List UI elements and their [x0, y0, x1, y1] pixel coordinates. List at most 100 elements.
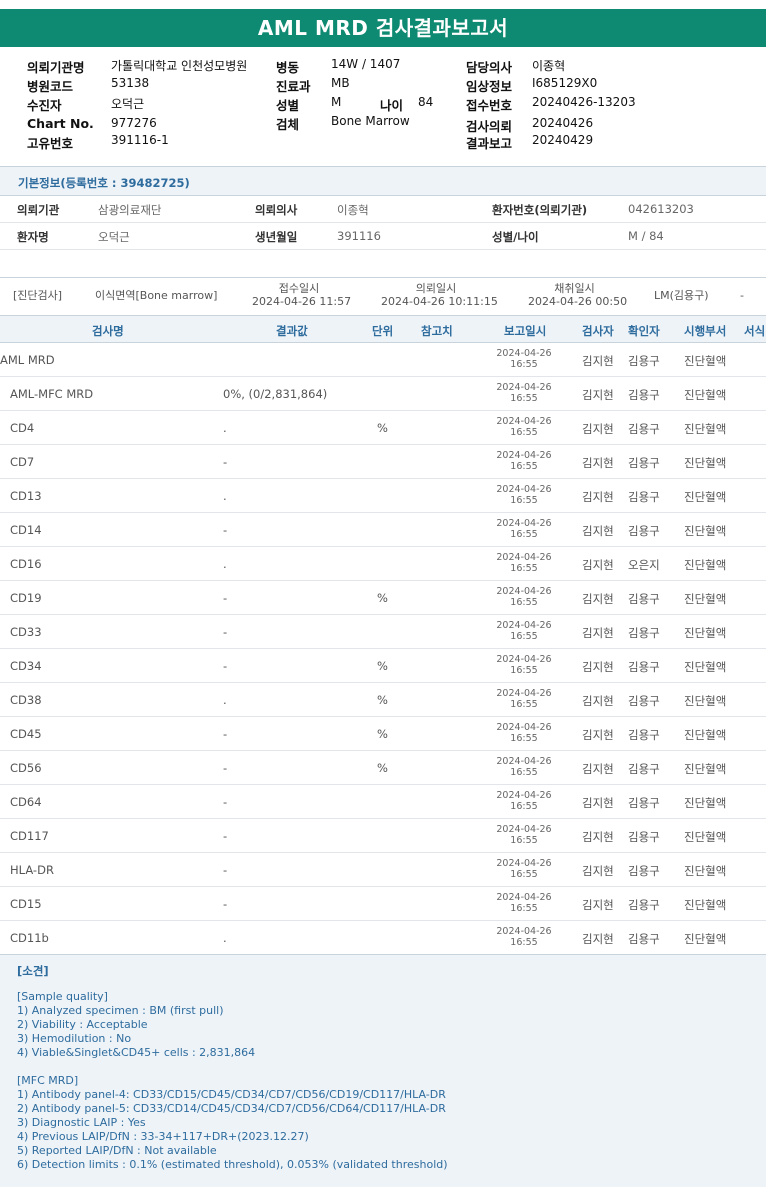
report-time: 16:55 — [510, 427, 538, 438]
result-value: . — [223, 693, 227, 707]
unit-value: % — [377, 421, 388, 435]
report-date: 2024-04-26 — [496, 382, 552, 393]
sex-value: M — [331, 95, 342, 109]
patient-number-value: 042613203 — [628, 202, 694, 216]
requesting-institution-value: 삼광의료재단 — [98, 203, 162, 217]
basic-info-header: 기본정보(등록번호 : 39482725) — [0, 166, 766, 196]
report-date: 2024-04-26 — [496, 484, 552, 495]
tester-name: 김지현 — [582, 490, 614, 504]
report-date: 2024-04-26 — [496, 688, 552, 699]
diagnosis-extra: - — [740, 289, 744, 302]
report-datetime: 2024-04-26 16:55 — [489, 450, 559, 472]
report-time: 16:55 — [510, 903, 538, 914]
tester-name: 김지현 — [582, 422, 614, 436]
age-label: 나이 — [380, 98, 404, 113]
tester-name: 김지현 — [582, 796, 614, 810]
col-format: 서식 — [744, 324, 766, 338]
test-name: CD33 — [10, 625, 42, 639]
report-datetime: 2024-04-26 16:55 — [489, 858, 559, 880]
sex-label: 성별 — [276, 98, 300, 113]
table-row: CD11b. 김지현 김용구 진단혈액 2024-04-26 16:55 — [0, 921, 766, 955]
tester-name: 김지현 — [582, 762, 614, 776]
checker-name: 김용구 — [628, 898, 660, 912]
receipt-datetime-value: 2024-04-26 11:57 — [252, 295, 352, 308]
report-date: 2024-04-26 — [496, 450, 552, 461]
hospital-name-value: 가톨릭대학교 인천성모병원 — [111, 59, 248, 73]
unit-value: % — [377, 693, 388, 707]
report-time: 16:55 — [510, 393, 538, 404]
receipt-datetime-label: 접수일시 — [278, 282, 320, 295]
report-date: 2024-04-26 — [496, 892, 552, 903]
finding-line: 3) Diagnostic LAIP : Yes — [17, 1116, 146, 1129]
report-datetime: 2024-04-26 16:55 — [489, 586, 559, 608]
report-datetime: 2024-04-26 16:55 — [489, 756, 559, 778]
report-datetime: 2024-04-26 16:55 — [489, 552, 559, 574]
table-row: CD64 - 김지현 김용구 진단혈액 2024-04-26 16:55 — [0, 785, 766, 819]
checker-name: 김용구 — [628, 354, 660, 368]
result-value: - — [223, 761, 228, 775]
tester-name: 김지현 — [582, 456, 614, 470]
table-row: CD117 - 김지현 김용구 진단혈액 2024-04-26 16:55 — [0, 819, 766, 853]
receipt-no-value: 20240426-13203 — [532, 95, 636, 109]
report-date: 2024-04-26 — [496, 824, 552, 835]
report-date: 2024-04-26 — [496, 552, 552, 563]
ward-value: 14W / 1407 — [331, 57, 401, 71]
department-name: 진단혈액 — [684, 558, 727, 572]
col-unit: 단위 — [372, 324, 394, 338]
report-date: 2024-04-26 — [496, 348, 552, 359]
finding-line: 4) Previous LAIP/DfN : 33-34+117+DR+(202… — [17, 1130, 309, 1143]
findings-title: [소견] — [17, 964, 49, 978]
hospital-name-label: 의뢰기관명 — [27, 60, 85, 75]
finding-line: 3) Hemodilution : No — [17, 1032, 132, 1045]
checker-name: 김용구 — [628, 796, 660, 810]
reviewer: LM(김용구) — [654, 289, 709, 302]
test-name: CD14 — [10, 523, 42, 537]
table-row: CD33 - 김지현 김용구 진단혈액 2024-04-26 16:55 — [0, 615, 766, 649]
specimen-label: 검체 — [276, 117, 300, 132]
department-name: 진단혈액 — [684, 354, 727, 368]
checker-name: 오은지 — [628, 558, 660, 572]
checker-name: 김용구 — [628, 660, 660, 674]
test-name: HLA-DR — [10, 863, 54, 877]
department-name: 진단혈액 — [684, 796, 727, 810]
chart-no-label: Chart No. — [27, 116, 94, 131]
report-time: 16:55 — [510, 699, 538, 710]
report-datetime: 2024-04-26 16:55 — [489, 790, 559, 812]
result-value: - — [223, 523, 228, 537]
report-datetime: 2024-04-26 16:55 — [489, 722, 559, 744]
request-datetime-value: 2024-04-26 10:11:15 — [381, 295, 498, 308]
department-name: 진단혈액 — [684, 592, 727, 606]
clinical-info-label: 임상정보 — [466, 79, 513, 94]
table-row: CD34 -% 김지현 김용구 진단혈액 2024-04-26 16:55 — [0, 649, 766, 683]
specimen-value: Bone Marrow — [331, 114, 410, 128]
results-table-header: 검사명 결과값 단위 참고치 보고일시 검사자 확인자 시행부서 서식 — [0, 315, 766, 343]
report-time: 16:55 — [510, 597, 538, 608]
checker-name: 김용구 — [628, 932, 660, 946]
report-datetime: 2024-04-26 16:55 — [489, 892, 559, 914]
report-date: 2024-04-26 — [496, 790, 552, 801]
report-date-value: 20240429 — [532, 133, 594, 147]
report-datetime: 2024-04-26 16:55 — [489, 484, 559, 506]
department-name: 진단혈액 — [684, 762, 727, 776]
report-date: 2024-04-26 — [496, 756, 552, 767]
tester-name: 김지현 — [582, 864, 614, 878]
tester-name: 김지현 — [582, 694, 614, 708]
test-name: CD7 — [10, 455, 35, 469]
test-name: AML MRD — [0, 353, 55, 367]
clinical-info-value: I685129X0 — [532, 76, 598, 90]
checker-name: 김용구 — [628, 524, 660, 538]
report-date: 2024-04-26 — [496, 620, 552, 631]
result-value: - — [223, 863, 228, 877]
report-date: 2024-04-26 — [496, 518, 552, 529]
divider — [0, 249, 766, 250]
table-row: CD14 - 김지현 김용구 진단혈액 2024-04-26 16:55 — [0, 513, 766, 547]
receipt-datetime: 접수일시 2024-04-26 11:57 — [252, 282, 352, 308]
tester-name: 김지현 — [582, 558, 614, 572]
table-row: CD16. 김지현 오은지 진단혈액 2024-04-26 16:55 — [0, 547, 766, 581]
unit-value: % — [377, 761, 388, 775]
result-value: . — [223, 421, 227, 435]
tester-name: 김지현 — [582, 524, 614, 538]
diagnosis-specimen: 이식면역[Bone marrow] — [95, 289, 218, 302]
report-time: 16:55 — [510, 359, 538, 370]
unique-no-value: 391116-1 — [111, 133, 169, 147]
